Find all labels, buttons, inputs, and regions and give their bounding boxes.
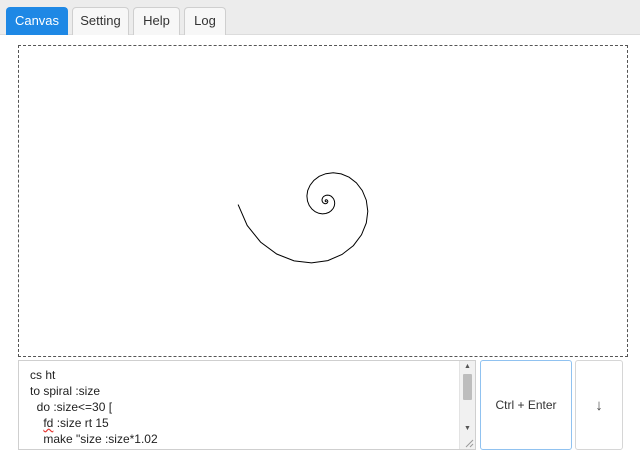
scroll-thumb[interactable]	[463, 374, 472, 400]
code-line: to spiral :size	[30, 384, 101, 398]
drawing-canvas[interactable]	[18, 45, 628, 357]
resize-grip-icon[interactable]	[465, 439, 474, 448]
tab-bar: Canvas Setting Help Log	[0, 0, 640, 35]
run-button[interactable]: Ctrl + Enter	[480, 360, 572, 450]
down-arrow-button[interactable]: ↓	[575, 360, 623, 450]
tab-setting[interactable]: Setting	[72, 7, 129, 35]
tab-canvas[interactable]: Canvas	[6, 7, 68, 35]
tab-log[interactable]: Log	[184, 7, 226, 35]
triangle-up-icon[interactable]: ▲	[460, 361, 475, 373]
tab-help[interactable]: Help	[133, 7, 180, 35]
editor-scrollbar[interactable]: ▲ ▼	[459, 361, 475, 449]
code-editor[interactable]: cs ht to spiral :size do :size<=30 [ fd …	[18, 360, 476, 450]
code-line: cs ht	[30, 368, 56, 382]
code-line: do :size<=30 [	[30, 400, 113, 414]
spiral-path	[237, 172, 369, 264]
spell-underline: fd	[43, 416, 54, 430]
spiral-drawing	[237, 172, 369, 264]
code-line: make "size :size*1.02	[30, 432, 158, 446]
code-line: fd :size rt 15	[43, 416, 109, 430]
triangle-down-icon[interactable]: ▼	[460, 423, 475, 435]
